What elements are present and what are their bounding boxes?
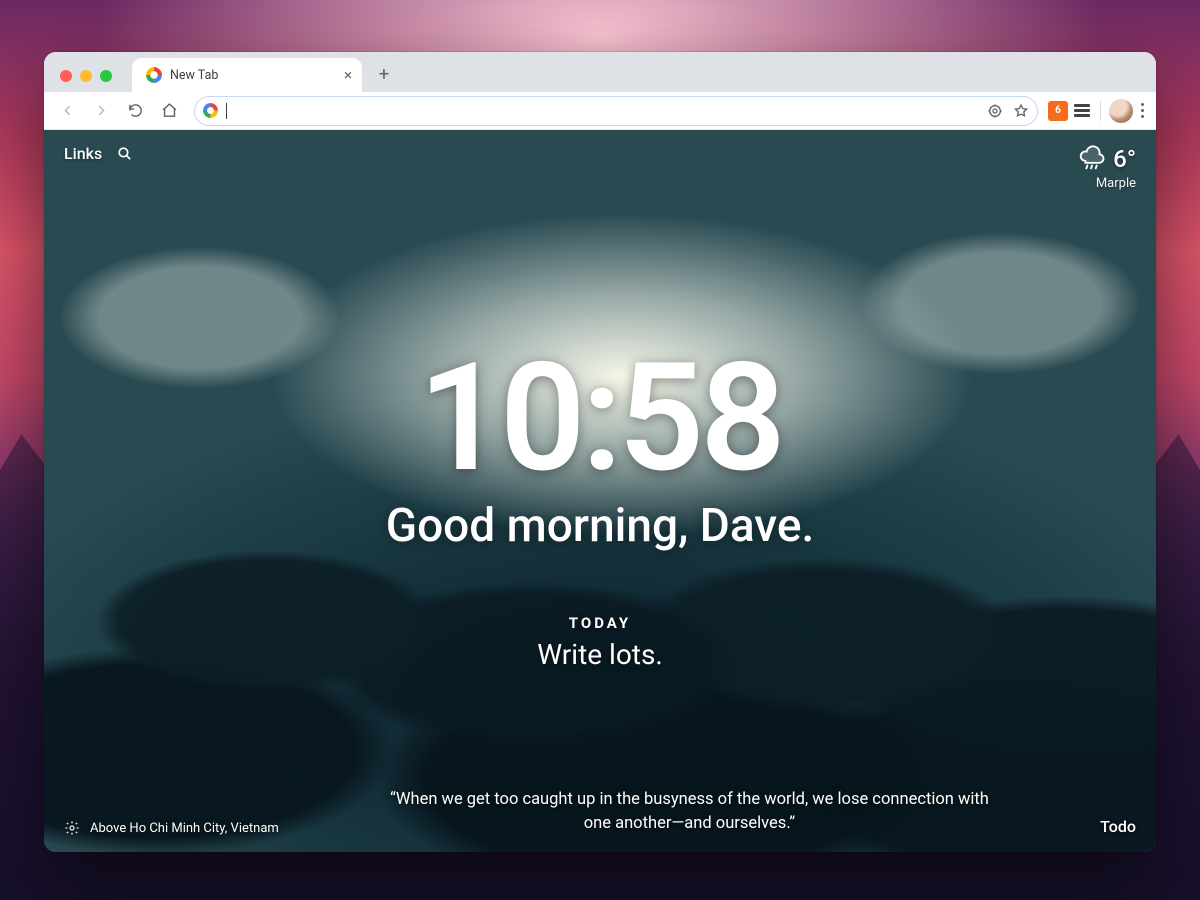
home-icon: [161, 102, 178, 119]
extension-icon-orange[interactable]: 6: [1048, 101, 1068, 121]
address-bar[interactable]: [194, 96, 1038, 126]
search-icon[interactable]: [116, 145, 133, 162]
photo-credit[interactable]: Above Ho Chi Minh City, Vietnam: [90, 821, 279, 836]
window-zoom-button[interactable]: [100, 70, 112, 82]
quote-text[interactable]: “When we get too caught up in the busyne…: [369, 788, 1009, 836]
weather-temperature: 6°: [1113, 145, 1136, 173]
weather-location: Marple: [1096, 176, 1136, 191]
home-button[interactable]: [154, 96, 184, 126]
arrow-right-icon: [93, 102, 110, 119]
google-icon: [203, 103, 218, 118]
window-minimize-button[interactable]: [80, 70, 92, 82]
page-bottom-bar: Above Ho Chi Minh City, Vietnam “When we…: [64, 788, 1136, 836]
back-button[interactable]: [52, 96, 82, 126]
tab-strip: New Tab × +: [44, 52, 1156, 92]
todo-button[interactable]: Todo: [1100, 817, 1136, 836]
links-label: Links: [64, 144, 102, 163]
focus-label: TODAY: [537, 614, 663, 632]
forward-button[interactable]: [86, 96, 116, 126]
browser-tab[interactable]: New Tab ×: [132, 58, 362, 92]
extension-icon-buffer[interactable]: [1072, 101, 1092, 121]
browser-menu-button[interactable]: [1137, 99, 1148, 122]
focus-block[interactable]: TODAY Write lots.: [537, 614, 663, 671]
focus-text: Write lots.: [537, 638, 663, 671]
text-caret: [226, 103, 227, 119]
browser-window: New Tab × + 6 Links: [44, 52, 1156, 852]
tab-close-button[interactable]: ×: [344, 68, 352, 83]
new-tab-page: Links 6° Marple 10:58 Good morning, Dave…: [44, 130, 1156, 852]
toolbar-divider: [1100, 101, 1101, 121]
profile-avatar[interactable]: [1109, 99, 1133, 123]
new-tab-button[interactable]: +: [370, 60, 398, 88]
arrow-left-icon: [59, 102, 76, 119]
page-top-bar: Links 6° Marple: [64, 144, 1136, 191]
window-controls: [54, 70, 118, 92]
center-block: 10:58 Good morning, Dave.: [44, 343, 1156, 553]
weather-widget[interactable]: 6° Marple: [1077, 144, 1136, 191]
tab-title: New Tab: [170, 68, 218, 83]
links-menu[interactable]: Links: [64, 144, 133, 163]
star-icon[interactable]: [1013, 103, 1029, 119]
rain-cloud-icon: [1077, 144, 1107, 174]
clock-time: 10:58: [44, 343, 1156, 493]
greeting-text: Good morning, Dave.: [44, 499, 1156, 553]
window-close-button[interactable]: [60, 70, 72, 82]
location-target-icon[interactable]: [987, 103, 1003, 119]
reload-icon: [127, 102, 144, 119]
browser-toolbar: 6: [44, 92, 1156, 130]
gear-icon[interactable]: [64, 820, 80, 836]
tab-favicon: [146, 67, 162, 83]
reload-button[interactable]: [120, 96, 150, 126]
